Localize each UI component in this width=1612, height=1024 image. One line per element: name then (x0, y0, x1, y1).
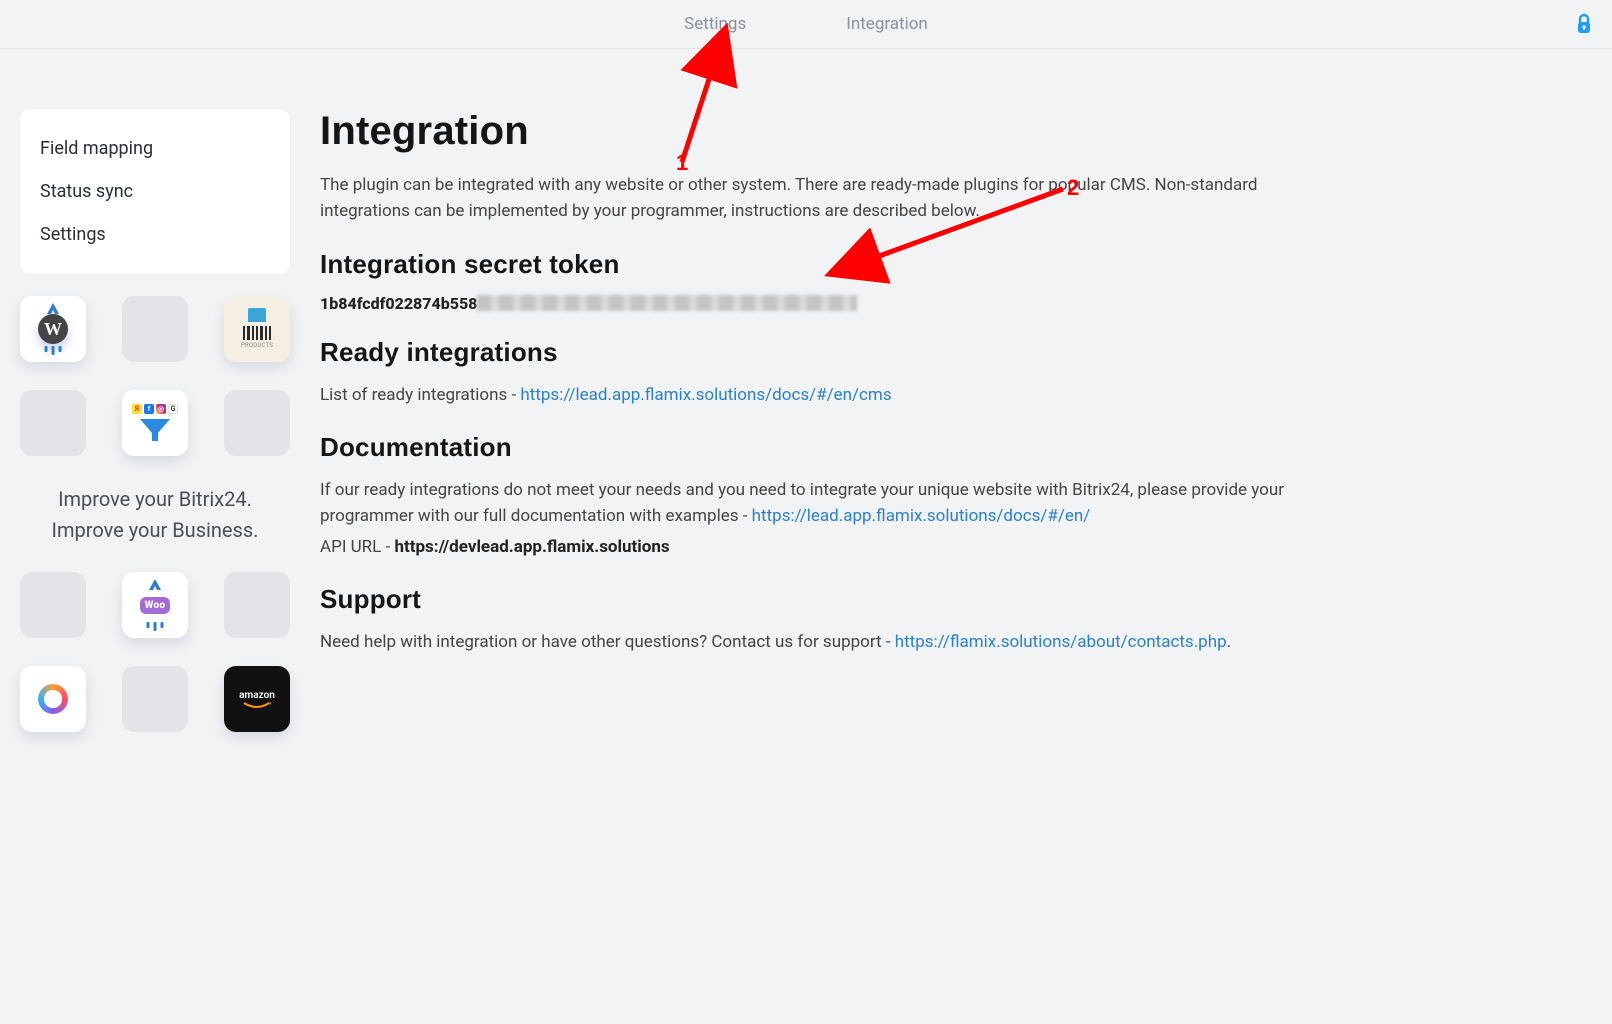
lock-icon[interactable] (1576, 13, 1592, 35)
sidebar-item-status-sync[interactable]: Status sync (40, 170, 270, 213)
token-redacted (477, 295, 857, 311)
promo-tile-wordpress[interactable]: W (20, 296, 86, 362)
ready-heading: Ready integrations (320, 337, 1290, 368)
token-row: 1b84fcdf022874b558 (320, 294, 1290, 313)
arrow-up-icon (148, 579, 162, 591)
woo-icon: Woo (140, 597, 171, 614)
doc-link[interactable]: https://lead.app.flamix.solutions/docs/#… (752, 506, 1091, 526)
api-paragraph: API URL - https://devlead.app.flamix.sol… (320, 534, 1290, 560)
promo-tile-barcode[interactable]: PRODUCTS (224, 296, 290, 362)
tab-integration[interactable]: Integration (846, 14, 928, 34)
top-bar: Settings Integration (0, 0, 1612, 49)
doc-paragraph: If our ready integrations do not meet yo… (320, 477, 1290, 530)
arrow-up-icon (46, 303, 60, 315)
promo-line-1: Improve your Bitrix24. (20, 484, 290, 515)
promo-text: Improve your Bitrix24. Improve your Busi… (20, 484, 290, 546)
facebook-icon: f (144, 404, 154, 414)
doc-heading: Documentation (320, 432, 1290, 463)
sidebar-nav: Field mapping Status sync Settings (20, 109, 290, 274)
period: . (1227, 632, 1231, 652)
sheet-icon (248, 308, 266, 322)
ready-link[interactable]: https://lead.app.flamix.solutions/docs/#… (520, 385, 891, 405)
promo-tile-blank (20, 572, 86, 638)
promo-block: W PRODUCTS Я f ◎ G (20, 296, 290, 732)
promo-tile-swirl[interactable] (20, 666, 86, 732)
bars-icon (45, 346, 62, 355)
token-prefix: 1b84fcdf022874b558 (320, 294, 477, 313)
promo-tile-woo[interactable]: Woo (122, 572, 188, 638)
amazon-smile-icon (243, 702, 271, 708)
promo-tile-blank (122, 296, 188, 362)
sidebar-item-field-mapping[interactable]: Field mapping (40, 127, 270, 170)
top-tabs: Settings Integration (0, 0, 1612, 48)
barcode-icon (243, 326, 271, 340)
api-label: API URL - (320, 537, 394, 557)
promo-tile-amazon[interactable]: amazon (224, 666, 290, 732)
promo-line-2: Improve your Business. (20, 515, 290, 546)
promo-tile-funnel[interactable]: Я f ◎ G (122, 390, 188, 456)
support-text: Need help with integration or have other… (320, 632, 895, 652)
swirl-icon (38, 684, 68, 714)
ready-paragraph: List of ready integrations - https://lea… (320, 382, 1290, 408)
tab-settings[interactable]: Settings (684, 14, 746, 34)
support-link[interactable]: https://flamix.solutions/about/contacts.… (895, 632, 1227, 652)
google-icon: G (168, 404, 178, 414)
instagram-icon: ◎ (156, 404, 166, 414)
promo-tile-blank (224, 390, 290, 456)
support-heading: Support (320, 584, 1290, 615)
promo-tile-blank (20, 390, 86, 456)
yandex-icon: Я (132, 404, 142, 414)
promo-tile-blank (224, 572, 290, 638)
bars-icon (147, 622, 164, 631)
amazon-word: amazon (239, 690, 275, 701)
barcode-label: PRODUCTS (241, 342, 273, 349)
api-url: https://devlead.app.flamix.solutions (394, 537, 669, 557)
sidebar-item-settings[interactable]: Settings (40, 213, 270, 256)
wordpress-icon: W (38, 314, 68, 344)
promo-tile-blank (122, 666, 188, 732)
token-heading: Integration secret token (320, 249, 1290, 280)
brand-row: Я f ◎ G (132, 404, 178, 414)
support-paragraph: Need help with integration or have other… (320, 629, 1290, 655)
funnel-icon (138, 417, 172, 443)
intro-text: The plugin can be integrated with any we… (320, 172, 1290, 225)
ready-text: List of ready integrations - (320, 385, 520, 405)
page-title: Integration (320, 109, 1290, 154)
main-content: 1 2 Integration The plugin can be integr… (320, 109, 1290, 659)
